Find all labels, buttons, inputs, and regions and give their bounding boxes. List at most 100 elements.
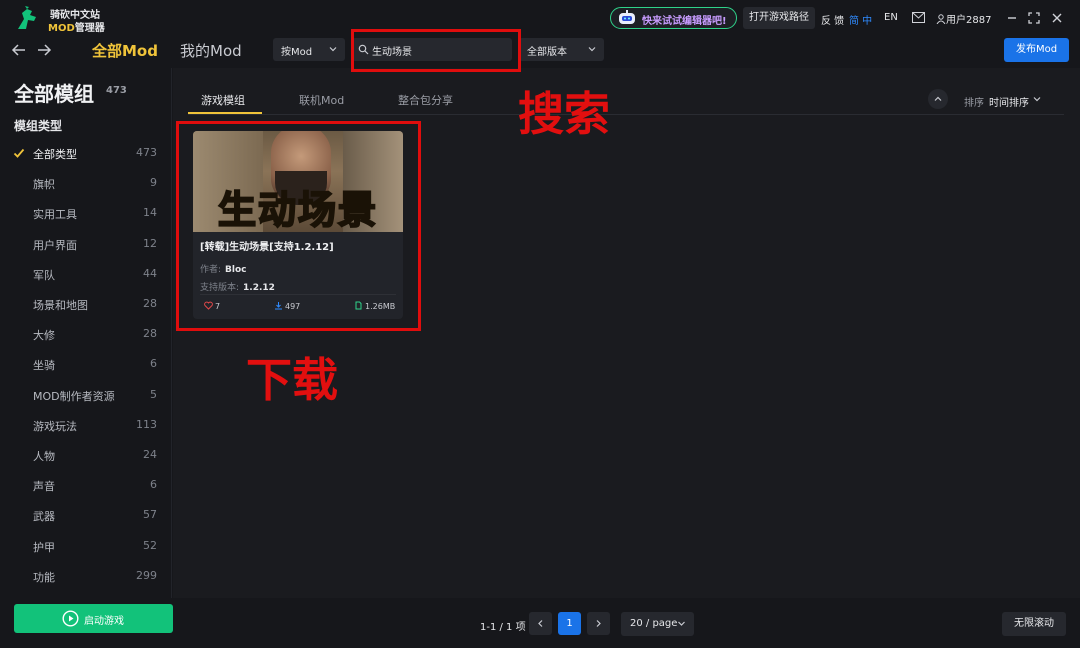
category-name: MOD制作者资源 — [33, 389, 115, 403]
category-count: 44 — [143, 266, 157, 280]
chevron-up-icon — [934, 96, 942, 101]
filter-by-label: 按Mod — [281, 47, 313, 58]
category-name: 护甲 — [33, 540, 55, 554]
launch-game-label: 启动游戏 — [84, 616, 124, 627]
current-page-button[interactable]: 1 — [558, 612, 581, 635]
launch-game-button[interactable]: 启动游戏 — [14, 604, 173, 633]
check-icon — [13, 148, 25, 158]
tab-divider — [188, 114, 1064, 115]
chevron-down-icon — [329, 47, 337, 52]
category-count: 14 — [143, 206, 157, 220]
version-label: 全部版本 — [527, 47, 567, 58]
sidebar-category-item[interactable]: 声音 6 — [0, 470, 172, 500]
category-name: 人物 — [33, 450, 55, 463]
sidebar-category-item[interactable]: 游戏玩法 113 — [0, 410, 172, 440]
filter-by-dropdown[interactable]: 按Mod — [273, 38, 345, 61]
sidebar-category-item[interactable]: 人物 24 — [0, 440, 172, 470]
sort-label: 排序 — [964, 98, 984, 109]
tab-modpack-share[interactable]: 整合包分享 — [398, 92, 453, 108]
search-annotation-label: 搜索 — [518, 87, 610, 141]
sidebar-section-title: 模组类型 — [14, 119, 63, 133]
open-game-path-button[interactable]: 打开游戏路径 — [743, 7, 815, 29]
tab-online-mods[interactable]: 联机Mod — [299, 92, 344, 108]
category-name: 声音 — [33, 480, 55, 494]
play-icon — [62, 610, 79, 627]
publish-mod-button[interactable]: 发布Mod — [1004, 38, 1069, 62]
chevron-right-icon — [596, 620, 601, 627]
category-name: 游戏玩法 — [33, 419, 77, 433]
sidebar-category-item[interactable]: 实用工具 14 — [0, 198, 172, 228]
app-subname: MOD管理器 — [48, 23, 105, 34]
tab-all-mods[interactable]: 全部Mod — [92, 40, 158, 61]
close-icon[interactable] — [1050, 11, 1064, 25]
category-count: 28 — [143, 297, 157, 310]
sidebar-category-item[interactable]: MOD制作者资源 5 — [0, 380, 172, 410]
sidebar-category-item[interactable]: 用户界面 12 — [0, 229, 172, 259]
sidebar-category-item[interactable]: 场景和地图 28 — [0, 289, 172, 319]
minimize-icon[interactable] — [1005, 11, 1019, 25]
category-name: 武器 — [33, 510, 55, 524]
category-name: 全部类型 — [33, 148, 77, 161]
download-annotation-label: 下载 — [246, 353, 338, 407]
chevron-down-icon — [678, 621, 685, 626]
lang-zh-button[interactable]: 简 中 — [849, 12, 872, 27]
category-count: 113 — [136, 417, 157, 431]
mail-icon[interactable] — [912, 12, 925, 23]
forward-arrow-icon[interactable] — [36, 42, 52, 58]
tab-game-mods[interactable]: 游戏模组 — [201, 92, 245, 108]
category-name: 坐骑 — [33, 359, 55, 373]
infinite-scroll-button[interactable]: 无限滚动 — [1002, 612, 1066, 636]
sort-dropdown[interactable]: 时间排序 — [989, 94, 1029, 109]
category-name: 旗帜 — [33, 178, 55, 192]
category-count: 12 — [143, 236, 157, 250]
ai-promo-text: 快来试试编辑器吧! — [642, 16, 727, 27]
category-count: 299 — [136, 568, 157, 582]
pagination-info: 1-1 / 1 项 — [480, 622, 526, 633]
sidebar-category-item[interactable]: 功能 299 — [0, 561, 172, 591]
back-arrow-icon[interactable] — [11, 42, 27, 58]
sidebar-category-item[interactable]: 武器 57 — [0, 500, 172, 530]
user-icon — [936, 14, 946, 24]
next-page-button[interactable] — [587, 612, 610, 635]
category-name: 场景和地图 — [33, 299, 88, 312]
chevron-down-icon — [588, 47, 596, 52]
prev-page-button[interactable] — [529, 612, 552, 635]
download-annotation-box — [176, 121, 421, 331]
sidebar-title: 全部模组 — [14, 82, 94, 106]
category-count: 6 — [150, 478, 157, 492]
lang-en-button[interactable]: EN — [884, 12, 898, 23]
category-name: 大修 — [33, 329, 55, 343]
ai-editor-promo-button[interactable]: 快来试试编辑器吧! — [610, 7, 737, 29]
chevron-left-icon — [538, 620, 543, 627]
version-dropdown[interactable]: 全部版本 — [519, 38, 604, 61]
chevron-down-icon[interactable] — [1032, 94, 1042, 104]
sort-direction-button[interactable] — [928, 89, 948, 109]
active-tab-underline — [188, 112, 262, 114]
sidebar-category-item[interactable]: 大修 28 — [0, 319, 172, 349]
category-count: 52 — [143, 538, 157, 552]
category-name: 实用工具 — [33, 208, 77, 222]
category-name: 用户界面 — [33, 238, 77, 252]
app-logo-icon — [18, 6, 36, 29]
category-count: 6 — [150, 357, 157, 371]
page-size-select[interactable]: 20 / page — [621, 612, 694, 636]
sidebar-category-item[interactable]: 全部类型 473 — [0, 138, 172, 168]
category-count: 9 — [150, 176, 157, 190]
feedback-link[interactable]: 反 馈 — [821, 12, 844, 27]
category-count: 28 — [143, 327, 157, 341]
tab-my-mods[interactable]: 我的Mod — [180, 40, 242, 61]
search-annotation-box — [351, 29, 521, 72]
maximize-icon[interactable] — [1027, 11, 1041, 25]
sidebar-total-count: 473 — [106, 85, 127, 96]
robot-icon — [619, 10, 635, 24]
sidebar-category-item[interactable]: 旗帜 9 — [0, 168, 172, 198]
sidebar-category-item[interactable]: 坐骑 6 — [0, 349, 172, 379]
category-count: 5 — [150, 387, 157, 401]
user-menu[interactable]: 用户2887 — [936, 11, 991, 26]
category-count: 57 — [143, 508, 157, 522]
sidebar-category-item[interactable]: 护甲 52 — [0, 531, 172, 561]
sidebar-category-item[interactable]: 军队 44 — [0, 259, 172, 289]
page-size-label: 20 / page — [630, 618, 678, 629]
category-name: 功能 — [33, 570, 55, 584]
category-name: 军队 — [33, 268, 55, 282]
